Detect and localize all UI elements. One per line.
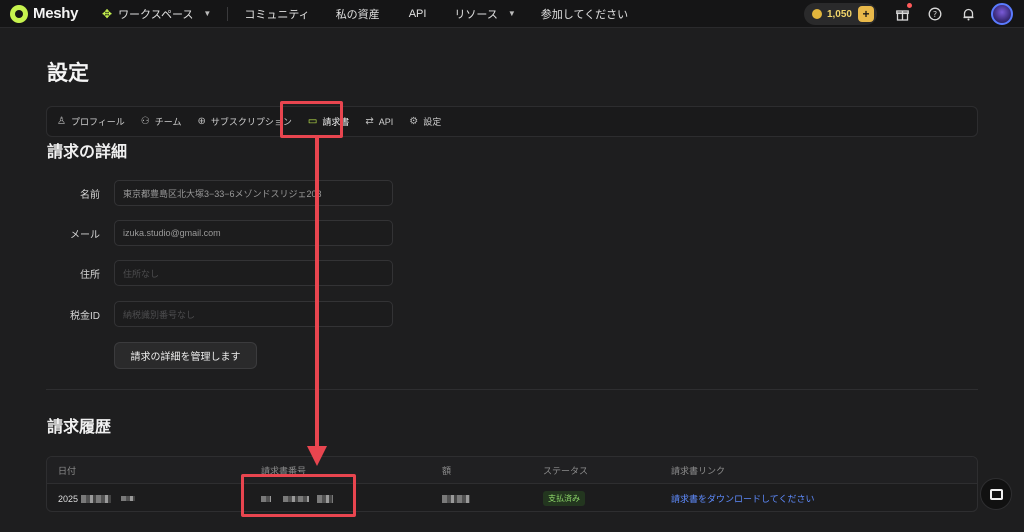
nav-api[interactable]: API [409,0,427,28]
team-icon: ⚇ [140,116,150,127]
tab-team[interactable]: ⚇ チーム [141,109,182,134]
chat-support-button[interactable] [980,478,1012,510]
redacted-date-extra [121,496,136,501]
meshy-logo-icon [10,4,28,23]
nav-community[interactable]: コミュニティ [244,0,309,28]
tax-id-field[interactable]: 納税識別番号なし [114,301,393,327]
credits-count: 1,050 [826,8,852,20]
address-field[interactable]: 住所なし [114,260,393,286]
row-status: 支払済み [543,485,585,511]
row-date-text: 2025 [58,493,79,504]
tab-api[interactable]: ⇄ API [365,109,393,134]
settings-tabs: ♙ プロフィール ⚇ チーム ⊕ サブスクリプション ▭ 請求書 ⇄ API ⚙… [46,106,978,137]
col-invoice-link: 請求書リンク [671,466,726,476]
redacted-date [81,494,112,503]
api-icon: ⇄ [365,116,374,127]
manage-billing-button[interactable]: 請求の詳細を管理します [114,342,257,369]
table-row: 2025 支払済み 請求書をダウンロードしてください [47,485,977,511]
tab-profile-label: プロフィール [70,117,125,127]
tab-subscription[interactable]: ⊕ サブスクリプション [198,109,292,134]
billing-history-table: 日付 請求書番号 額 ステータス 請求書リンク 2025 支払済み 請求書をダウ… [46,456,978,512]
annotation-arrow-line [315,138,319,448]
user-icon: ♙ [57,116,66,127]
col-date: 日付 [58,466,77,476]
tab-settings-label: 設定 [423,117,442,127]
notification-dot [907,3,912,8]
chat-icon [989,488,1003,500]
annotation-box-invoice-tab [280,101,343,138]
gift-icon[interactable] [894,3,912,22]
nav-community-label: コミュニティ [244,8,310,21]
workspace-grid-icon: ✥ [102,6,113,21]
name-label: 名前 [80,189,100,201]
download-invoice-link[interactable]: 請求書をダウンロードしてください [671,485,814,511]
svg-text:?: ? [933,10,937,19]
gear-icon: ⚙ [409,116,419,127]
row-date: 2025 [58,485,136,511]
status-badge: 支払済み [543,491,585,506]
workspace-label: ワークスペース [118,8,194,21]
name-row: 名前 東京都豊島区北大塚3−33−6メゾンドスリジェ203 [46,180,396,206]
brand-logo[interactable]: Meshy [10,4,90,23]
help-icon[interactable]: ? [927,6,943,22]
tab-settings[interactable]: ⚙ 設定 [409,109,441,134]
nav-resources[interactable]: リソース ▼ [454,0,515,28]
credits-pill[interactable]: 1,050 + [803,3,877,25]
annotation-box-invoice-number [241,474,356,517]
nav-divider [227,6,229,21]
nav-join-label: 参加してください [540,8,629,21]
tab-team-label: チーム [154,117,182,127]
coin-icon [811,9,822,19]
nav-resources-label: リソース [454,8,498,21]
page-title: 設定 [47,62,89,85]
top-navbar: Meshy ✥ ワークスペース ▼ コミュニティ 私の資産 API リソース ▼… [0,0,1024,28]
user-avatar[interactable] [991,3,1013,25]
row-amount [442,485,470,511]
billing-history-heading: 請求履歴 [47,419,112,436]
address-label: 住所 [80,269,100,281]
nav-join[interactable]: 参加してください [541,0,628,28]
plus-circle-icon: ⊕ [197,116,206,127]
redacted-amount [442,494,470,503]
nav-my-assets[interactable]: 私の資産 [336,0,380,28]
nav-api-label: API [408,7,427,20]
nav-my-assets-label: 私の資産 [335,8,380,21]
email-label: メール [70,229,100,241]
email-row: メール izuka.studio@gmail.com [46,220,396,246]
email-field[interactable]: izuka.studio@gmail.com [114,220,393,246]
name-field[interactable]: 東京都豊島区北大塚3−33−6メゾンドスリジェ203 [114,180,393,206]
col-amount: 額 [442,466,452,476]
address-row: 住所 住所なし [46,260,396,286]
table-header: 日付 請求書番号 額 ステータス 請求書リンク [47,457,977,484]
tax-id-label: 税金ID [70,310,100,322]
billing-details-heading: 請求の詳細 [47,144,128,161]
bell-icon[interactable] [960,6,976,22]
caret-down-icon: ▼ [203,9,212,18]
top-right-actions: 1,050 + ? [803,0,1024,28]
tax-id-row: 税金ID 納税識別番号なし [46,301,396,327]
tab-api-label: API [378,116,394,127]
section-divider [46,389,978,390]
annotation-arrow-head [307,446,327,466]
brand-name: Meshy [33,5,79,22]
workspace-menu[interactable]: ✥ ワークスペース ▼ [102,0,211,28]
col-status: ステータス [543,466,589,476]
caret-down-icon: ▼ [507,9,516,18]
add-credits-button[interactable]: + [858,6,874,22]
tab-profile[interactable]: ♙ プロフィール [57,109,125,134]
